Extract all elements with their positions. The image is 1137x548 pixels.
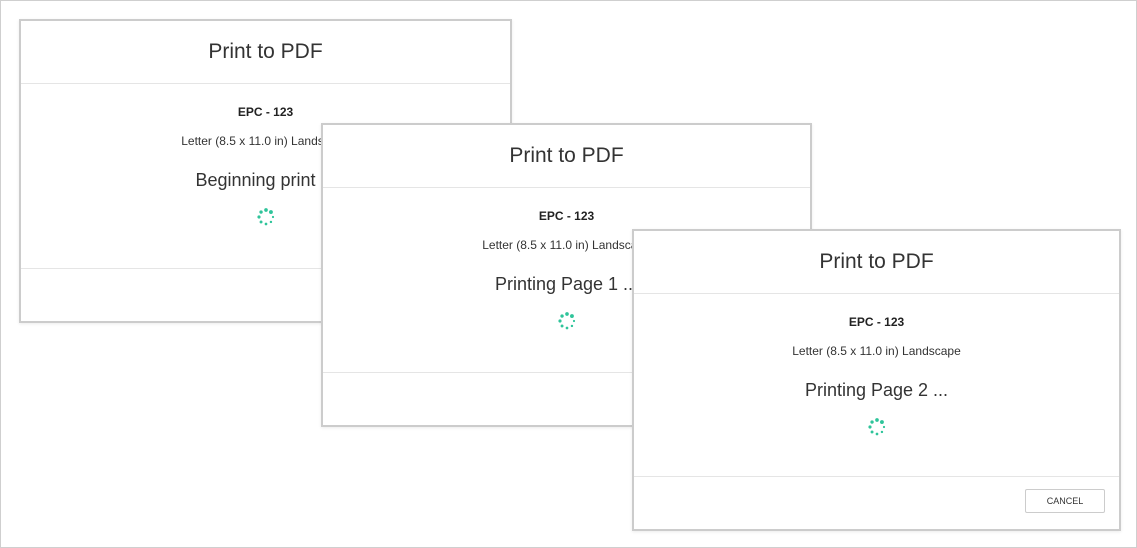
dialog-title: Print to PDF: [323, 125, 810, 188]
spinner-dot: [258, 210, 263, 214]
loading-spinner-icon: [256, 208, 274, 226]
spinner-dot: [880, 430, 883, 434]
spinner-dot: [570, 324, 573, 328]
spinner-dot: [867, 425, 872, 429]
document-name: EPC - 123: [538, 209, 595, 223]
spinner-dot: [271, 215, 274, 219]
paper-size: Letter (8.5 x 11.0 in) Landscape: [792, 344, 961, 358]
document-name: EPC - 123: [237, 105, 294, 119]
spinner-dot: [264, 222, 267, 226]
spinner-dot: [560, 324, 564, 328]
document-name: EPC - 123: [848, 315, 905, 329]
spinner-dot: [256, 215, 261, 219]
spinner-dot: [875, 432, 878, 436]
spinner-dot: [870, 430, 874, 434]
spinner-dot: [268, 210, 273, 214]
spinner-dot: [263, 208, 268, 212]
print-status: Printing Page 2 ...: [804, 380, 949, 400]
spinner-dot: [269, 220, 272, 224]
spinner-dot: [559, 314, 564, 318]
spinner-dot: [879, 420, 884, 424]
print-dialog-page-2: Print to PDF EPC - 123 Letter (8.5 x 11.…: [632, 229, 1121, 531]
dialog-body: EPC - 123 Letter (8.5 x 11.0 in) Landsca…: [634, 315, 1119, 437]
dialog-title: Print to PDF: [634, 231, 1119, 294]
spinner-dot: [572, 319, 575, 323]
spinner-dot: [882, 425, 885, 429]
spinner-dot: [557, 319, 562, 323]
spinner-dot: [869, 420, 874, 424]
cancel-button[interactable]: CANCEL: [1025, 489, 1105, 513]
spinner-dot: [874, 418, 879, 422]
dialog-footer: CANCEL: [634, 476, 1119, 529]
spinner-dot: [569, 314, 574, 318]
spinner-dot: [564, 312, 569, 316]
loading-spinner-icon: [867, 418, 885, 436]
spinner-dot: [259, 220, 263, 224]
loading-spinner-icon: [557, 312, 575, 330]
spinner-dot: [565, 326, 568, 330]
dialog-title: Print to PDF: [21, 21, 510, 84]
